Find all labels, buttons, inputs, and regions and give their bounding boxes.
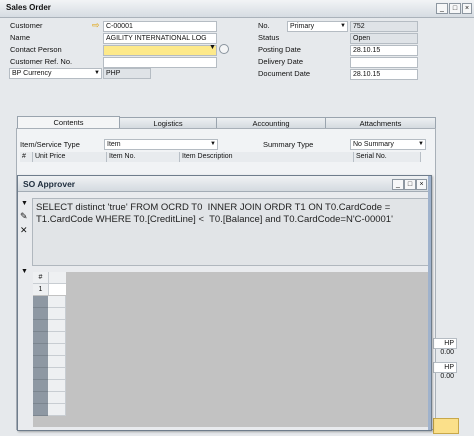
- customer-field[interactable]: C-00001: [103, 21, 217, 32]
- result-cell[interactable]: [48, 308, 66, 320]
- result-grid: [33, 272, 429, 427]
- column-header-item-description[interactable]: Item Description: [180, 152, 354, 162]
- info-icon[interactable]: [219, 44, 229, 54]
- link-arrow-icon[interactable]: ⇨: [92, 20, 100, 31]
- item-type-value: Item: [107, 141, 121, 148]
- collapse-arrow-icon[interactable]: ▼: [21, 268, 28, 275]
- result-cell[interactable]: [48, 368, 66, 380]
- delivery-date-field[interactable]: [350, 57, 418, 68]
- dialog-right-border: [428, 176, 431, 430]
- row-selector[interactable]: [33, 368, 48, 380]
- window-title: Sales Order: [6, 3, 51, 12]
- so-approver-dialog: SO Approver _ □ × ▼ ✎ ✕ SELECT distinct …: [17, 175, 432, 431]
- customer-label: Customer: [10, 21, 43, 30]
- tools-icon[interactable]: ✕: [20, 225, 28, 236]
- series-select[interactable]: Primary ▼: [287, 21, 348, 32]
- action-button[interactable]: [433, 418, 459, 434]
- summary-type-label: Summary Type: [263, 140, 314, 149]
- result-cell[interactable]: [48, 332, 66, 344]
- dialog-title-bar: SO Approver _ □ ×: [18, 176, 431, 192]
- bp-currency-label: BP Currency: [12, 70, 52, 77]
- result-cell[interactable]: [48, 404, 66, 416]
- row-selector[interactable]: [33, 344, 48, 356]
- posting-date-field[interactable]: 28.10.15: [350, 45, 418, 56]
- row-selector[interactable]: [33, 380, 48, 392]
- chevron-down-icon: ▼: [94, 70, 100, 76]
- result-cell[interactable]: [48, 356, 66, 368]
- result-column-header[interactable]: [48, 272, 66, 284]
- chevron-down-icon[interactable]: ▼: [209, 44, 216, 51]
- column-header-item-no[interactable]: Item No.: [107, 152, 180, 162]
- result-cell[interactable]: [48, 296, 66, 308]
- close-button[interactable]: ×: [416, 179, 427, 190]
- document-date-field[interactable]: 28.10.15: [350, 69, 418, 80]
- no-label: No.: [258, 21, 270, 30]
- row-selector[interactable]: [33, 356, 48, 368]
- minimize-button[interactable]: _: [436, 3, 448, 14]
- sales-order-window: Sales Order _ □ × Customer ⇨ C-00001 Nam…: [0, 0, 474, 436]
- chevron-down-icon: ▼: [340, 23, 346, 29]
- customer-ref-field[interactable]: [103, 57, 217, 68]
- result-cell[interactable]: [48, 392, 66, 404]
- maximize-button[interactable]: □: [404, 179, 416, 190]
- customer-ref-label: Customer Ref. No.: [10, 57, 73, 66]
- currency-field: PHP: [103, 68, 151, 79]
- row-selector[interactable]: [33, 308, 48, 320]
- result-header-number: #: [33, 272, 48, 284]
- row-selector[interactable]: [33, 392, 48, 404]
- posting-date-label: Posting Date: [258, 45, 301, 54]
- item-type-select[interactable]: Item ▼: [104, 139, 218, 150]
- result-cell[interactable]: [48, 320, 66, 332]
- result-row-number[interactable]: 1: [33, 284, 48, 295]
- summary-type-value: No Summary: [353, 141, 394, 148]
- total-field: HP 0.00: [433, 338, 457, 356]
- doc-number-field: 752: [350, 21, 418, 32]
- maximize-button[interactable]: □: [449, 3, 461, 14]
- contact-person-select[interactable]: [103, 45, 217, 56]
- dialog-title: SO Approver: [23, 179, 76, 189]
- total-field: HP 0.00: [433, 362, 457, 380]
- status-field: Open: [350, 33, 418, 44]
- column-header-serial-no[interactable]: Serial No.: [354, 152, 421, 162]
- chevron-down-icon: ▼: [210, 141, 216, 147]
- close-button[interactable]: ×: [462, 3, 472, 14]
- row-selector[interactable]: [33, 320, 48, 332]
- delivery-date-label: Delivery Date: [258, 57, 304, 66]
- contact-person-label: Contact Person: [10, 45, 62, 54]
- query-text-area[interactable]: SELECT distinct 'true' FROM OCRD T0 INNE…: [32, 198, 429, 266]
- minimize-button[interactable]: _: [392, 179, 404, 190]
- title-bar: Sales Order _ □ ×: [0, 0, 474, 18]
- series-value: Primary: [290, 23, 315, 30]
- item-type-label: Item/Service Type: [20, 140, 80, 149]
- pencil-icon[interactable]: ✎: [20, 211, 28, 222]
- name-field[interactable]: AGILITY INTERNATIONAL LOG: [103, 33, 217, 44]
- row-selector[interactable]: [33, 332, 48, 344]
- result-cell[interactable]: [48, 380, 66, 392]
- chevron-down-icon: ▼: [418, 141, 424, 147]
- summary-type-select[interactable]: No Summary ▼: [350, 139, 426, 150]
- bp-currency-select[interactable]: BP Currency ▼: [9, 68, 102, 79]
- result-cell[interactable]: [48, 284, 66, 295]
- column-header-number[interactable]: #: [20, 152, 33, 162]
- collapse-arrow-icon[interactable]: ▼: [21, 200, 28, 207]
- name-label: Name: [10, 33, 31, 42]
- result-cell[interactable]: [48, 344, 66, 356]
- row-selector[interactable]: [33, 404, 48, 416]
- document-date-label: Document Date: [258, 69, 311, 78]
- status-label: Status: [258, 33, 280, 42]
- row-selector[interactable]: [33, 296, 48, 308]
- column-header-unit-price[interactable]: Unit Price: [33, 152, 107, 162]
